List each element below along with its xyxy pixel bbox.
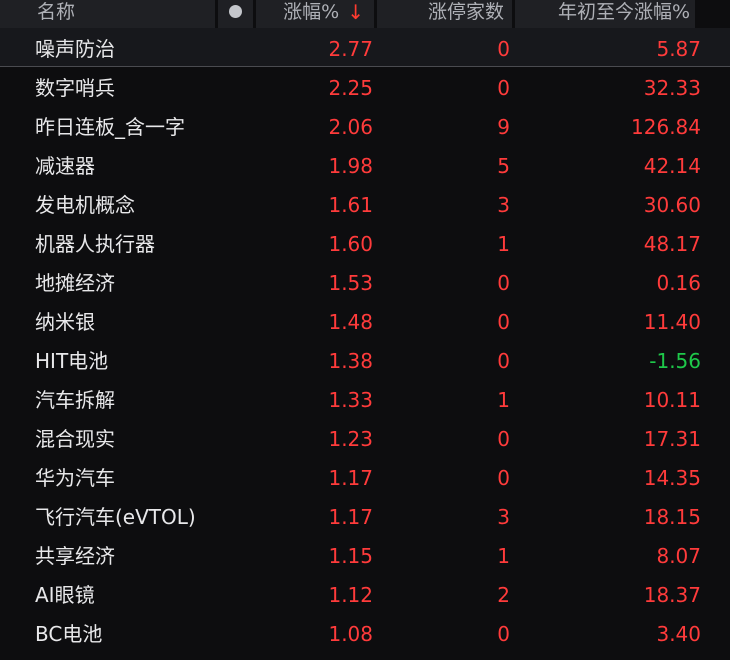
table-row[interactable]: 机器人执行器 1.60 1 48.17 xyxy=(0,223,730,262)
limit-up-count-value: 5 xyxy=(497,154,510,178)
sector-name: 噪声防治 xyxy=(35,37,115,61)
ytd-change-value: 10.11 xyxy=(643,388,701,412)
table-row[interactable]: 发电机概念 1.61 3 30.60 xyxy=(0,184,730,223)
limit-up-count-value: 0 xyxy=(497,466,510,490)
table-row[interactable]: 共享经济 1.15 1 8.07 xyxy=(0,535,730,574)
table-row[interactable]: 华为汽车 1.17 0 14.35 xyxy=(0,457,730,496)
column-header-ytd-change-label: 年初至今涨幅% xyxy=(557,1,690,23)
sector-name: HIT电池 xyxy=(35,349,109,373)
change-pct-value: 1.98 xyxy=(328,154,373,178)
table-row[interactable]: 减速器 1.98 5 42.14 xyxy=(0,145,730,184)
table-row[interactable]: 噪声防治 2.77 0 5.87 xyxy=(0,28,730,67)
table-row[interactable]: 地摊经济 1.53 0 0.16 xyxy=(0,262,730,301)
table-row[interactable]: HIT电池 1.38 0 -1.56 xyxy=(0,340,730,379)
ytd-change-value: 14.35 xyxy=(643,466,701,490)
column-header-ytd-change[interactable]: 年初至今涨幅% xyxy=(515,0,695,28)
ytd-change-value: 18.37 xyxy=(643,583,701,607)
table-row[interactable]: BC电池 1.08 0 3.40 xyxy=(0,613,730,652)
ytd-change-value: 32.33 xyxy=(643,76,701,100)
sector-name: 飞行汽车(eVTOL) xyxy=(35,505,196,529)
ytd-change-value: 3.40 xyxy=(656,622,701,646)
column-header-name[interactable]: 名称 xyxy=(0,0,215,28)
ytd-change-value: -1.56 xyxy=(649,349,701,373)
change-pct-value: 1.60 xyxy=(328,232,373,256)
limit-up-count-value: 0 xyxy=(497,310,510,334)
table-header: 名称 涨幅% ↓ 涨停家数 年初至今涨幅% xyxy=(0,0,730,28)
limit-up-count-value: 0 xyxy=(497,427,510,451)
sector-name: 纳米银 xyxy=(35,310,95,334)
table-row[interactable]: 纳米银 1.48 0 11.40 xyxy=(0,301,730,340)
ytd-change-value: 8.07 xyxy=(656,544,701,568)
ytd-change-value: 42.14 xyxy=(643,154,701,178)
change-pct-value: 1.33 xyxy=(328,388,373,412)
column-header-limit-up-count-label: 涨停家数 xyxy=(427,1,504,23)
sort-descending-icon: ↓ xyxy=(347,0,364,24)
change-pct-value: 1.61 xyxy=(328,193,373,217)
table-body: 噪声防治 2.77 0 5.87 数字哨兵 2.25 0 32.33 昨日连板_含一字 2.06 9… xyxy=(0,28,730,652)
table-row[interactable]: 昨日连板_含一字 2.06 9 126.84 xyxy=(0,106,730,145)
change-pct-value: 2.77 xyxy=(328,37,373,61)
table-row[interactable]: 飞行汽车(eVTOL) 1.17 3 18.15 xyxy=(0,496,730,535)
change-pct-value: 2.06 xyxy=(328,115,373,139)
sector-name: 发电机概念 xyxy=(35,193,135,217)
sector-name: 共享经济 xyxy=(35,544,115,568)
limit-up-count-value: 0 xyxy=(497,37,510,61)
dot-icon xyxy=(229,5,242,18)
limit-up-count-value: 3 xyxy=(497,505,510,529)
column-header-name-label: 名称 xyxy=(37,1,76,23)
table-row[interactable]: 数字哨兵 2.25 0 32.33 xyxy=(0,67,730,106)
sector-ranking-table: 名称 涨幅% ↓ 涨停家数 年初至今涨幅% 噪声防治 2.77 0 5.87 数字哨兵 2… xyxy=(0,0,730,660)
change-pct-value: 1.17 xyxy=(328,505,373,529)
table-row[interactable]: 混合现实 1.23 0 17.31 xyxy=(0,418,730,457)
limit-up-count-value: 0 xyxy=(497,271,510,295)
change-pct-value: 1.53 xyxy=(328,271,373,295)
column-header-change-pct-label: 涨幅% xyxy=(283,1,340,23)
ytd-change-value: 5.87 xyxy=(656,37,701,61)
change-pct-value: 1.08 xyxy=(328,622,373,646)
limit-up-count-value: 1 xyxy=(497,232,510,256)
limit-up-count-value: 0 xyxy=(497,622,510,646)
change-pct-value: 1.17 xyxy=(328,466,373,490)
sector-name: 混合现实 xyxy=(35,427,115,451)
ytd-change-value: 0.16 xyxy=(656,271,701,295)
ytd-change-value: 18.15 xyxy=(643,505,701,529)
column-header-limit-up-count[interactable]: 涨停家数 xyxy=(377,0,512,28)
change-pct-value: 1.15 xyxy=(328,544,373,568)
sector-name: 地摊经济 xyxy=(35,271,115,295)
sector-name: 汽车拆解 xyxy=(35,388,115,412)
limit-up-count-value: 0 xyxy=(497,349,510,373)
sector-name: 数字哨兵 xyxy=(35,76,115,100)
limit-up-count-value: 3 xyxy=(497,193,510,217)
table-row[interactable]: AI眼镜 1.12 2 18.37 xyxy=(0,574,730,613)
change-pct-value: 1.48 xyxy=(328,310,373,334)
sector-name: 昨日连板_含一字 xyxy=(35,115,185,139)
ytd-change-value: 30.60 xyxy=(643,193,701,217)
sector-name: 机器人执行器 xyxy=(35,232,155,256)
ytd-change-value: 48.17 xyxy=(643,232,701,256)
sector-name: AI眼镜 xyxy=(35,583,95,607)
table-row[interactable]: 汽车拆解 1.33 1 10.11 xyxy=(0,379,730,418)
limit-up-count-value: 9 xyxy=(497,115,510,139)
limit-up-count-value: 2 xyxy=(497,583,510,607)
change-pct-value: 2.25 xyxy=(328,76,373,100)
change-pct-value: 1.38 xyxy=(328,349,373,373)
sector-name: 减速器 xyxy=(35,154,95,178)
limit-up-count-value: 0 xyxy=(497,76,510,100)
ytd-change-value: 11.40 xyxy=(643,310,701,334)
ytd-change-value: 17.31 xyxy=(643,427,701,451)
change-pct-value: 1.12 xyxy=(328,583,373,607)
change-pct-value: 1.23 xyxy=(328,427,373,451)
limit-up-count-value: 1 xyxy=(497,388,510,412)
column-header-marker[interactable] xyxy=(218,0,253,28)
sector-name: BC电池 xyxy=(35,622,103,646)
limit-up-count-value: 1 xyxy=(497,544,510,568)
ytd-change-value: 126.84 xyxy=(631,115,701,139)
column-header-change-pct[interactable]: 涨幅% ↓ xyxy=(256,0,374,28)
sector-name: 华为汽车 xyxy=(35,466,115,490)
